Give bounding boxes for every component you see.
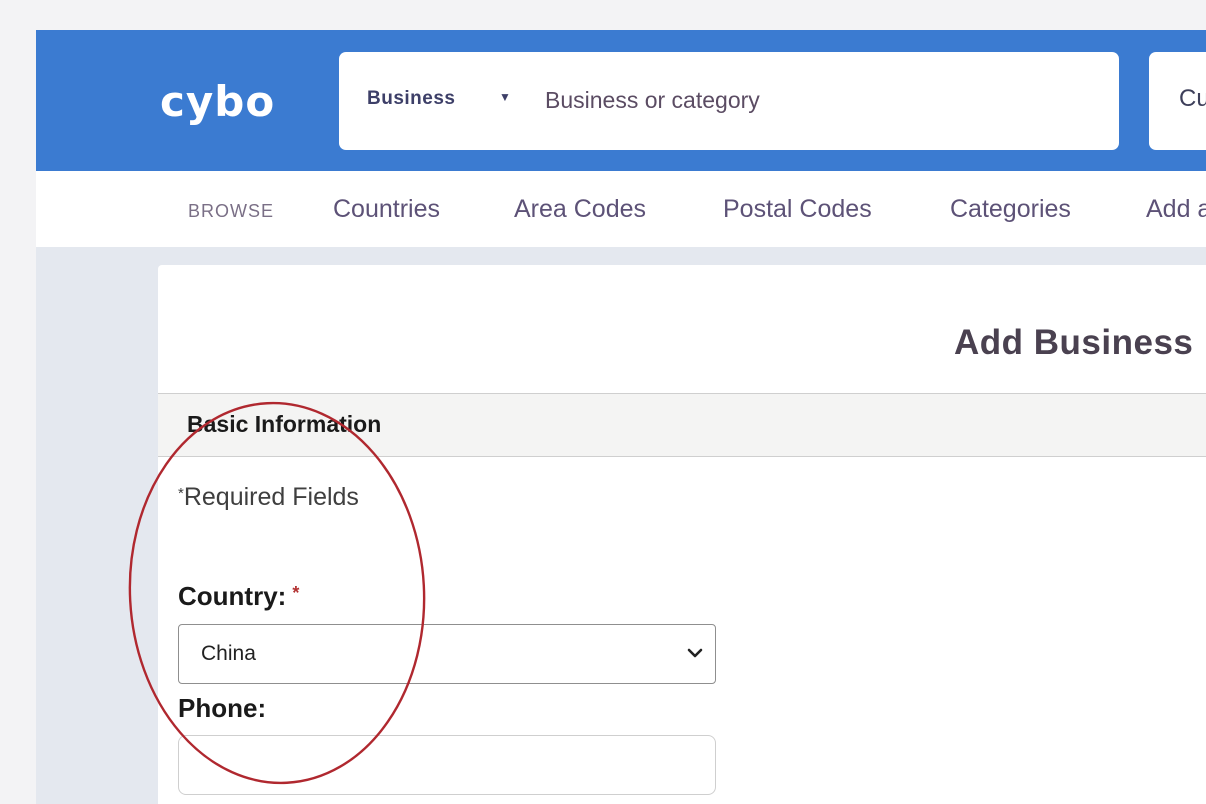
search-type-dropdown[interactable]: Business [367, 88, 455, 110]
country-select[interactable]: China [178, 624, 716, 684]
nav-link-categories[interactable]: Categories [950, 195, 1071, 224]
required-fields-note: *Required Fields [178, 483, 359, 512]
location-input-text: Cu [1179, 85, 1206, 112]
caret-down-icon[interactable]: ▼ [499, 90, 511, 104]
nav-link-countries[interactable]: Countries [333, 195, 440, 224]
add-business-card: Add Business Basic Information *Required… [158, 265, 1206, 804]
phone-label: Phone: [178, 693, 267, 723]
nav-link-add[interactable]: Add a [1146, 195, 1206, 224]
browse-label: BROWSE [188, 201, 275, 221]
screenshot-canvas: cybo Business ▼ Cu BROWSE Countries Area… [0, 0, 1206, 804]
cybo-logo[interactable]: cybo [160, 74, 275, 130]
page-title: Add Business [954, 323, 1194, 362]
required-note-marker: * [178, 485, 184, 502]
phone-input[interactable] [178, 735, 716, 795]
country-label-text: Country: [178, 581, 287, 611]
country-select-value: China [201, 642, 256, 665]
required-asterisk: * [292, 583, 300, 603]
site-header: cybo Business ▼ Cu [36, 30, 1206, 171]
section-title: Basic Information [187, 411, 382, 437]
browse-nav: BROWSE Countries Area Codes Postal Codes… [36, 171, 1206, 247]
required-note-text: Required Fields [183, 483, 359, 511]
location-box[interactable]: Cu [1149, 52, 1206, 150]
page: cybo Business ▼ Cu BROWSE Countries Area… [36, 30, 1206, 804]
search-box: Business ▼ [339, 52, 1119, 150]
section-header: Basic Information [158, 393, 1206, 457]
chevron-down-icon [687, 648, 703, 658]
nav-link-area-codes[interactable]: Area Codes [514, 195, 646, 224]
search-input[interactable] [545, 80, 1085, 120]
nav-link-postal-codes[interactable]: Postal Codes [723, 195, 872, 224]
country-label: Country: * [178, 581, 299, 612]
